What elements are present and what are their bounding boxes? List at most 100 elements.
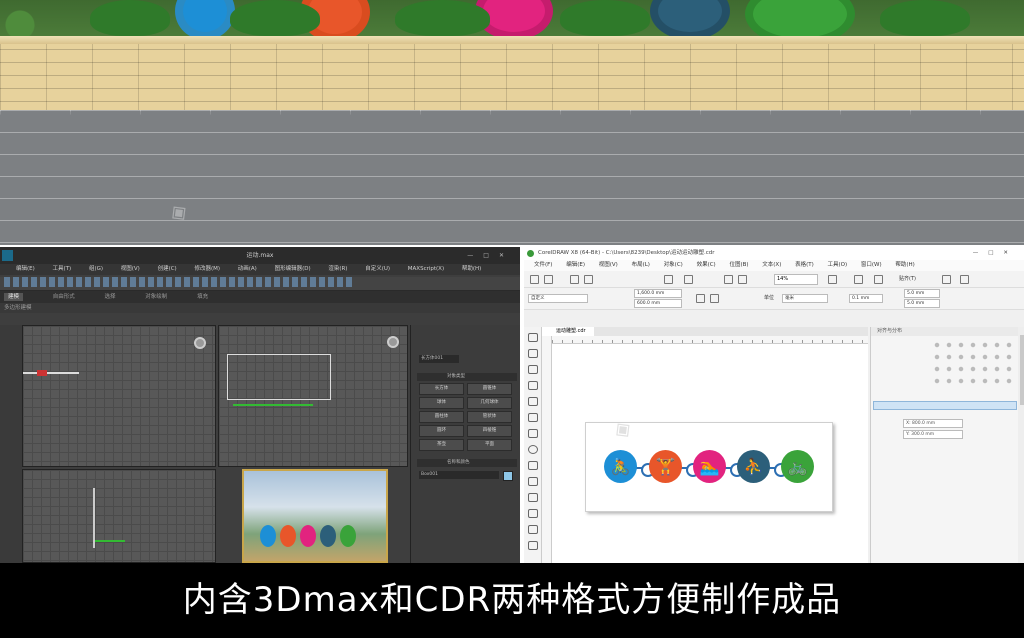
- menu-layout[interactable]: 布局(L): [632, 262, 650, 268]
- menu-create[interactable]: 创建(C): [158, 266, 177, 272]
- rulers-icon[interactable]: [854, 275, 863, 284]
- menu-object[interactable]: 对象(C): [664, 262, 683, 268]
- prim-button[interactable]: 圆柱体: [419, 411, 464, 423]
- ribbon-tab-freeform[interactable]: 自由形式: [53, 294, 75, 300]
- prim-button[interactable]: 球体: [419, 397, 464, 409]
- menu-tools[interactable]: 工具(T): [53, 266, 72, 272]
- viewcube-icon[interactable]: [387, 336, 399, 348]
- menu-edit[interactable]: 编辑(E): [566, 262, 585, 268]
- crop-tool-icon[interactable]: [528, 365, 538, 374]
- import-icon[interactable]: [724, 275, 733, 284]
- section-name-color[interactable]: 名称和颜色: [417, 459, 517, 467]
- document-tab[interactable]: 运动雕塑.cdr: [542, 327, 594, 336]
- menu-edit[interactable]: 编辑(E): [16, 266, 35, 272]
- page-height-field[interactable]: 600.0 mm: [634, 299, 682, 308]
- object-name-input[interactable]: 长方体001: [419, 355, 459, 363]
- new-icon[interactable]: [530, 275, 539, 284]
- pick-tool-icon[interactable]: [528, 333, 538, 342]
- menu-bitmaps[interactable]: 位图(B): [729, 262, 748, 268]
- duplicate-y-field[interactable]: 5.0 mm: [904, 299, 940, 308]
- fullscreen-icon[interactable]: [828, 275, 837, 284]
- viewport-front[interactable]: [218, 325, 408, 467]
- minimize-icon[interactable]: —: [973, 250, 989, 256]
- cdr-window-controls[interactable]: —□✕: [973, 247, 1018, 260]
- weightlifter-disc[interactable]: 🏋: [649, 450, 682, 483]
- viewport-perspective[interactable]: [242, 469, 388, 563]
- ribbon-tab-object-paint[interactable]: 对象绘制: [145, 294, 167, 300]
- docker-y-field[interactable]: Y: 300.0 mm: [903, 430, 963, 439]
- maximize-icon[interactable]: □: [483, 252, 499, 259]
- export-icon[interactable]: [738, 275, 747, 284]
- docker-x-field[interactable]: X: 800.0 mm: [903, 419, 963, 428]
- menu-view[interactable]: 视图(V): [599, 262, 618, 268]
- grid-icon[interactable]: [874, 275, 883, 284]
- menu-graph-editors[interactable]: 图形编辑器(D): [275, 266, 311, 272]
- menu-maxscript[interactable]: MAXScript(X): [408, 266, 444, 272]
- bicycle-disc[interactable]: 🚲: [781, 450, 814, 483]
- ellipse-tool-icon[interactable]: [528, 445, 538, 454]
- maximize-icon[interactable]: □: [988, 250, 1003, 256]
- freehand-tool-icon[interactable]: [528, 397, 538, 406]
- smart-fill-icon[interactable]: [528, 413, 538, 422]
- print-icon[interactable]: [584, 275, 593, 284]
- text-tool-icon[interactable]: [528, 477, 538, 486]
- gear-icon[interactable]: [942, 275, 951, 284]
- zoom-tool-icon[interactable]: [528, 381, 538, 390]
- snap-to-dropdown[interactable]: 贴齐(T): [899, 274, 916, 285]
- prim-button[interactable]: 几何球体: [467, 397, 512, 409]
- dropshadow-tool-icon[interactable]: [528, 509, 538, 518]
- open-icon[interactable]: [544, 275, 553, 284]
- duplicate-x-field[interactable]: 5.0 mm: [904, 289, 940, 298]
- menu-table[interactable]: 表格(T): [795, 262, 814, 268]
- prim-button[interactable]: 四棱锥: [467, 425, 512, 437]
- page-width-field[interactable]: 1,600.0 mm: [634, 289, 682, 298]
- zoom-level-select[interactable]: 14%: [774, 274, 818, 285]
- page-size-select[interactable]: 自定义: [528, 294, 588, 303]
- menu-help[interactable]: 帮助(H): [895, 262, 914, 268]
- undo-icon[interactable]: [664, 275, 673, 284]
- ribbon-tab-modeling[interactable]: 建模: [4, 293, 24, 301]
- menu-help[interactable]: 帮助(H): [462, 266, 481, 272]
- polygon-tool-icon[interactable]: [528, 461, 538, 470]
- portrait-icon[interactable]: [696, 294, 705, 303]
- horizontal-ruler[interactable]: [552, 336, 868, 344]
- basketball-disc[interactable]: ⛹: [737, 450, 770, 483]
- menu-group[interactable]: 组(G): [89, 266, 103, 272]
- shape-tool-icon[interactable]: [528, 349, 538, 358]
- prim-button[interactable]: 平面: [467, 439, 512, 451]
- prim-button[interactable]: 茶壶: [419, 439, 464, 451]
- menu-tools[interactable]: 工具(O): [828, 262, 848, 268]
- viewport-left[interactable]: [22, 469, 216, 563]
- menu-animation[interactable]: 动画(A): [238, 266, 257, 272]
- prim-button[interactable]: 管状体: [467, 411, 512, 423]
- align-buttons-grid[interactable]: [931, 339, 1015, 389]
- prim-button[interactable]: 圆环: [419, 425, 464, 437]
- close-icon[interactable]: ✕: [1003, 250, 1018, 256]
- ribbon-tab-selection[interactable]: 选择: [105, 294, 116, 300]
- save-icon[interactable]: [570, 275, 579, 284]
- close-icon[interactable]: ✕: [499, 252, 514, 259]
- drawing-canvas[interactable]: 🚴 🏋 🏊 ⛹ 🚲: [552, 344, 868, 563]
- menu-window[interactable]: 窗口(W): [861, 262, 882, 268]
- ribbon-tab-populate[interactable]: 填充: [197, 294, 208, 300]
- menu-views[interactable]: 视图(V): [121, 266, 140, 272]
- max-window-controls[interactable]: —□✕: [467, 247, 514, 264]
- viewport-top[interactable]: [22, 325, 216, 467]
- menu-file[interactable]: 文件(F): [534, 262, 552, 268]
- units-select[interactable]: 毫米: [782, 294, 828, 303]
- menu-rendering[interactable]: 渲染(R): [328, 266, 347, 272]
- menu-effects[interactable]: 效果(C): [697, 262, 716, 268]
- menu-text[interactable]: 文本(X): [762, 262, 781, 268]
- name-field[interactable]: Box001: [419, 471, 499, 479]
- menu-customize[interactable]: 自定义(U): [365, 266, 390, 272]
- prim-button[interactable]: 圆锥体: [467, 383, 512, 395]
- redo-icon[interactable]: [684, 275, 693, 284]
- connector-tool-icon[interactable]: [528, 493, 538, 502]
- launcher-icon[interactable]: [960, 275, 969, 284]
- toolbar-icons[interactable]: [4, 277, 354, 287]
- eyedropper-tool-icon[interactable]: [528, 525, 538, 534]
- landscape-icon[interactable]: [710, 294, 719, 303]
- menu-modifiers[interactable]: 修改器(M): [194, 266, 220, 272]
- vertical-ruler[interactable]: [542, 336, 552, 563]
- section-object-type[interactable]: 对象类型: [417, 373, 517, 381]
